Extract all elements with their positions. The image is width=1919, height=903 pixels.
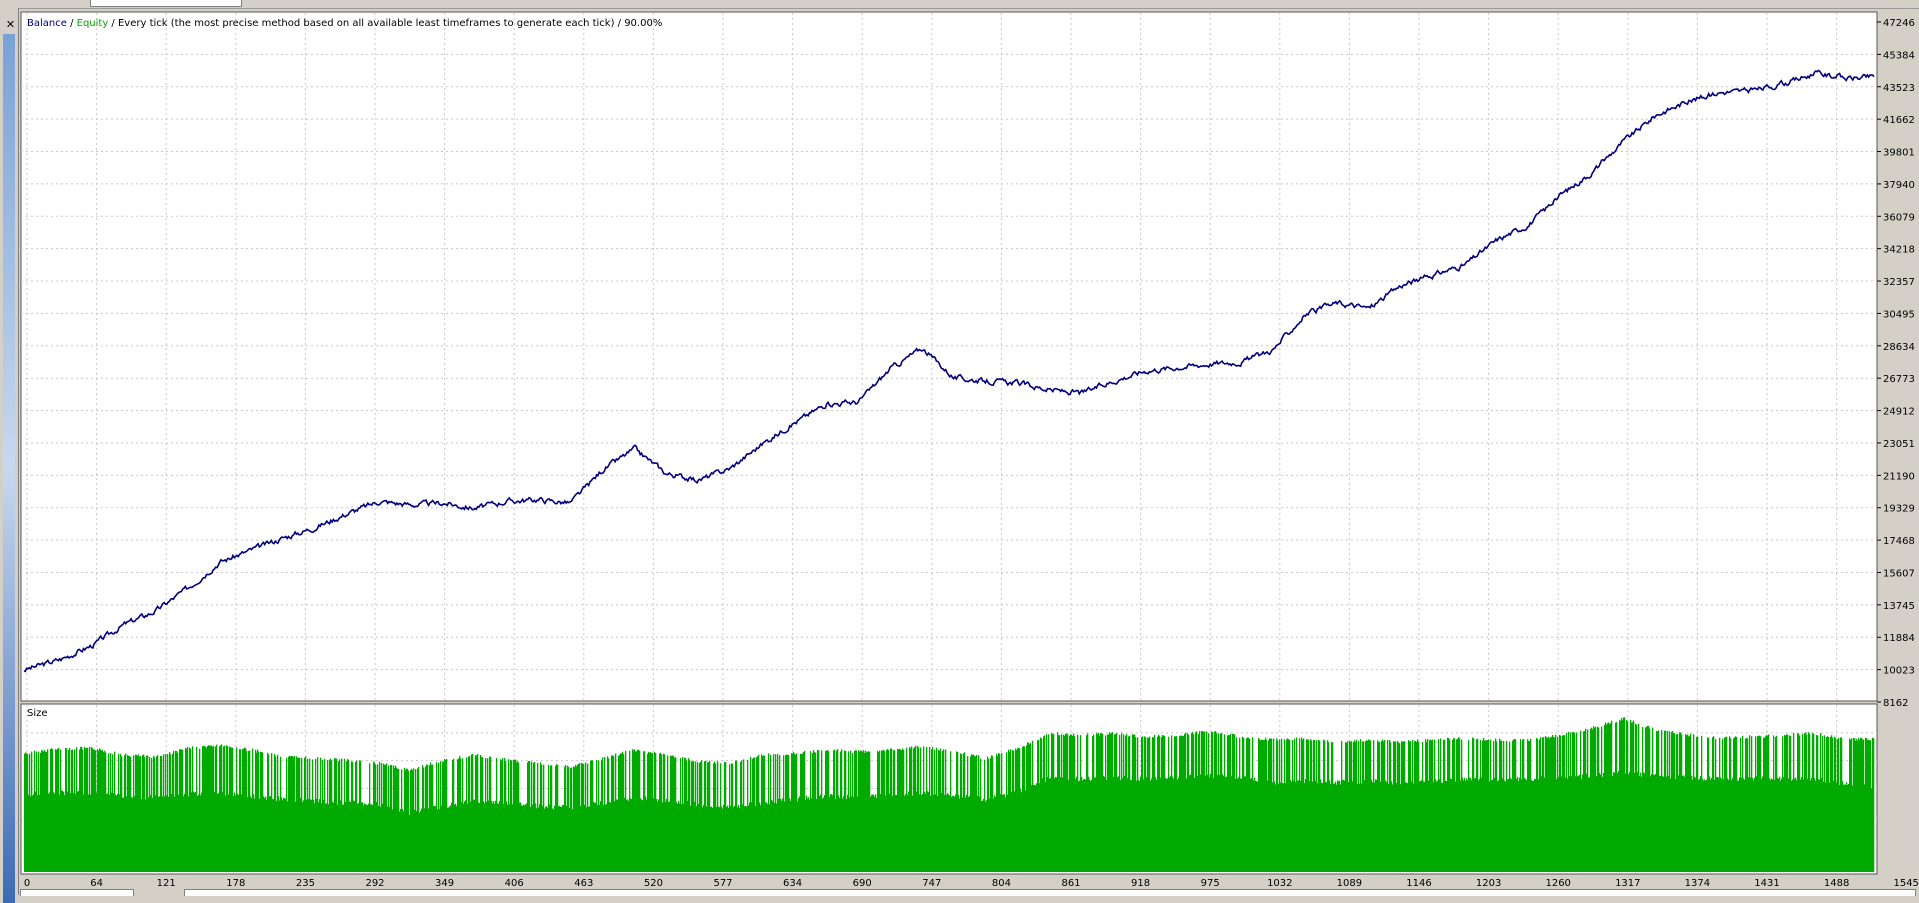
x-tick-label: 1260 (1545, 878, 1570, 889)
balance-chart-panel: Balance / Equity / Every tick (the most … (20, 11, 1907, 702)
x-tick-label: 463 (574, 878, 593, 889)
x-tick-label: 1089 (1337, 878, 1362, 889)
x-tick-label: 520 (644, 878, 663, 889)
y-tick-label: 10023 (1883, 666, 1915, 677)
y-tick-label: 21190 (1883, 471, 1915, 482)
y-tick-label: 32357 (1883, 277, 1915, 288)
x-tick-label: 406 (505, 878, 524, 889)
y-axis: 47246 45384 43523 41662 39801 37940 36079 34218… (1877, 18, 1915, 709)
x-tick-label: 1374 (1685, 878, 1710, 889)
y-tick-label: 13745 (1883, 601, 1915, 612)
header-description: / Every tick (the most precise method ba… (108, 18, 662, 29)
y-tick-label: 34218 (1883, 245, 1915, 256)
strategy-tester-graph: Balance / Equity / Every tick (the most … (20, 11, 1919, 889)
y-tick-label: 47246 (1883, 18, 1915, 29)
x-tick-label: 1203 (1476, 878, 1501, 889)
y-tick-label: 30495 (1883, 309, 1915, 320)
balance-legend: Balance (27, 18, 67, 29)
x-tick-label: 918 (1131, 878, 1150, 889)
x-tick-label: 975 (1201, 878, 1220, 889)
x-tick-label: 1317 (1615, 878, 1640, 889)
y-tick-label: 37940 (1883, 180, 1915, 191)
x-tick-label: 634 (783, 878, 802, 889)
x-tick-label: 861 (1061, 878, 1080, 889)
size-bar (1873, 738, 1875, 872)
size-panel-label: Size (27, 708, 48, 719)
x-tick-label: 0 (24, 878, 30, 889)
header-line: Balance / Equity / Every tick (the most … (27, 18, 662, 29)
y-tick-label: 39801 (1883, 148, 1915, 159)
y-tick-label: 8162 (1883, 698, 1908, 709)
y-tick-label: 23051 (1883, 439, 1915, 450)
y-tick-label: 28634 (1883, 342, 1915, 353)
y-tick-label: 17468 (1883, 536, 1915, 547)
y-tick-label: 19329 (1883, 504, 1915, 515)
x-tick-label: 747 (922, 878, 941, 889)
x-tick-label: 804 (992, 878, 1011, 889)
y-tick-label: 41662 (1883, 115, 1915, 126)
y-tick-label: 36079 (1883, 212, 1915, 223)
x-tick-label: 292 (365, 878, 384, 889)
x-tick-label: 178 (226, 878, 245, 889)
x-tick-label: 1431 (1754, 878, 1779, 889)
balance-plot-area (20, 11, 1878, 702)
size-chart-panel: Size (20, 703, 1907, 875)
y-tick-label: 11884 (1883, 633, 1915, 644)
y-tick-label: 26773 (1883, 374, 1915, 385)
y-tick-label: 45384 (1883, 50, 1915, 61)
y-tick-label: 15607 (1883, 568, 1915, 579)
x-axis: 0 64 121 178 235 292 349 406 463 520 577 634 690 747 8… (24, 878, 1919, 889)
x-tick-label: 235 (296, 878, 315, 889)
x-tick-label: 1146 (1406, 878, 1431, 889)
x-tick-label: 349 (435, 878, 454, 889)
header-separator: / (67, 18, 77, 29)
x-tick-label: 690 (853, 878, 872, 889)
x-tick-label: 64 (90, 878, 103, 889)
x-tick-label: 577 (713, 878, 732, 889)
x-tick-label: 121 (157, 878, 176, 889)
equity-legend: Equity (77, 18, 109, 29)
x-tick-label: 1545 (1893, 878, 1918, 889)
x-tick-label: 1488 (1824, 878, 1849, 889)
y-tick-label: 43523 (1883, 83, 1915, 94)
y-tick-label: 24912 (1883, 407, 1915, 418)
x-tick-label: 1032 (1267, 878, 1292, 889)
